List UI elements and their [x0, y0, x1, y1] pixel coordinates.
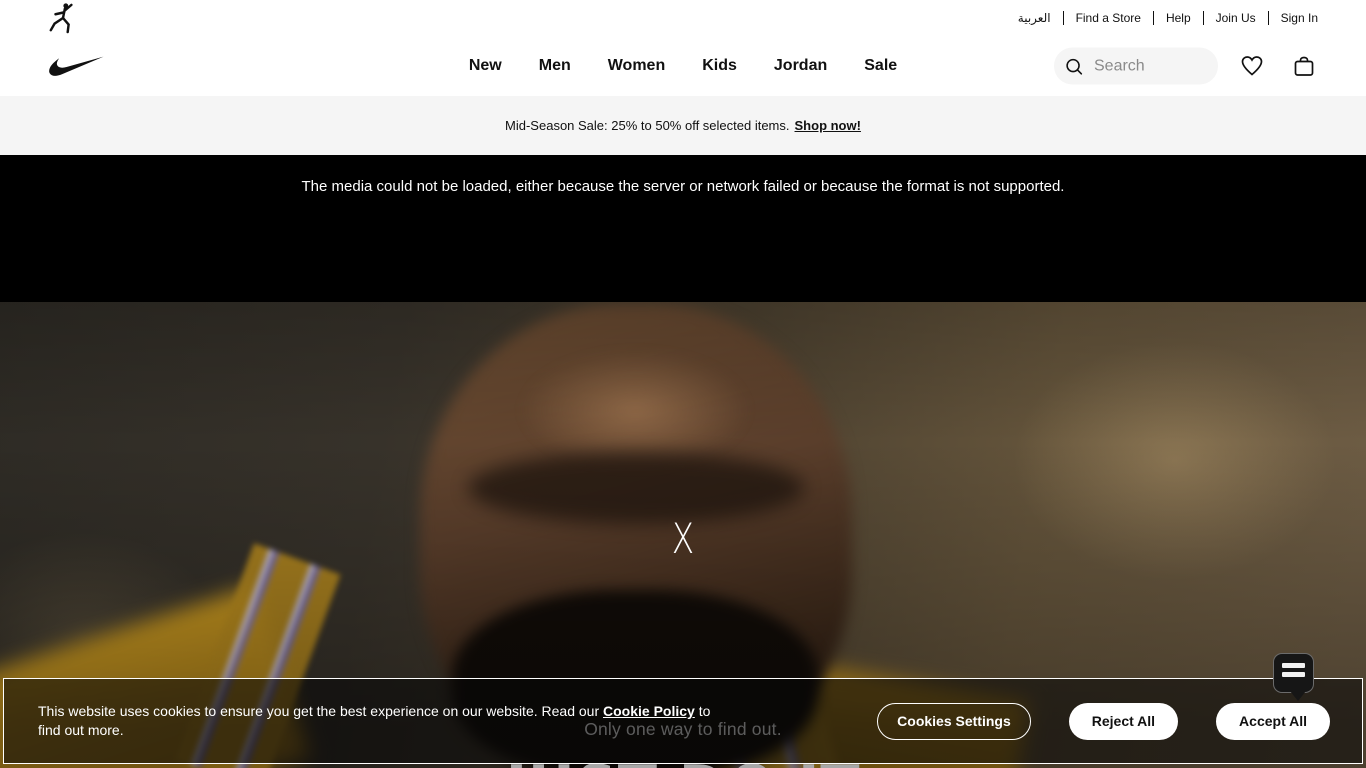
chat-widget-button[interactable]: [1273, 653, 1314, 701]
bag-icon: [1294, 56, 1314, 76]
reject-all-button[interactable]: Reject All: [1068, 702, 1179, 740]
promo-shop-now-link[interactable]: Shop now!: [795, 118, 861, 133]
chat-icon: [1282, 672, 1305, 677]
nike-swoosh-icon: [49, 56, 104, 76]
cookies-settings-button[interactable]: Cookies Settings: [877, 702, 1031, 740]
cookie-text-1: This website uses cookies to ensure you …: [38, 703, 603, 719]
media-error-message: The media could not be loaded, either be…: [301, 178, 1065, 195]
search-input[interactable]: [1094, 57, 1204, 75]
search-box[interactable]: [1054, 47, 1218, 85]
favorites-button[interactable]: [1234, 48, 1270, 84]
utility-link-sign-in[interactable]: Sign In: [1269, 11, 1318, 25]
cookie-message: This website uses cookies to ensure you …: [38, 702, 728, 740]
jordan-logo-link[interactable]: [48, 2, 78, 34]
cookie-actions: Cookies Settings Reject All Accept All: [877, 702, 1330, 740]
jordan-jumpman-icon: [49, 3, 73, 34]
chat-bubble-tail: [1290, 691, 1306, 701]
cookie-banner: This website uses cookies to ensure you …: [3, 678, 1363, 764]
primary-nav-links: New Men Women Kids Jordan Sale: [469, 57, 897, 75]
utility-links: العربية Find a Store Help Join Us Sign I…: [1006, 11, 1318, 25]
cookie-policy-link[interactable]: Cookie Policy: [603, 703, 695, 719]
main-nav: New Men Women Kids Jordan Sale: [0, 36, 1366, 96]
chat-icon: [1282, 663, 1305, 668]
search-icon: [1066, 58, 1083, 75]
nav-link-women[interactable]: Women: [608, 57, 665, 75]
utility-link-language[interactable]: العربية: [1006, 11, 1063, 25]
utility-link-join-us[interactable]: Join Us: [1204, 11, 1268, 25]
nav-link-men[interactable]: Men: [539, 57, 571, 75]
nike-homepage: العربية Find a Store Help Join Us Sign I…: [0, 0, 1366, 768]
video-error-region: The media could not be loaded, either be…: [0, 155, 1366, 302]
utility-bar: العربية Find a Store Help Join Us Sign I…: [0, 0, 1366, 36]
utility-link-help[interactable]: Help: [1154, 11, 1203, 25]
hero-photo-highlight: [520, 350, 750, 470]
nav-right-cluster: [1054, 47, 1322, 85]
close-icon[interactable]: X: [150, 514, 1215, 563]
utility-link-find-store[interactable]: Find a Store: [1064, 11, 1153, 25]
accept-all-button[interactable]: Accept All: [1216, 702, 1330, 740]
heart-icon: [1241, 55, 1263, 76]
nav-link-jordan[interactable]: Jordan: [774, 57, 827, 75]
nav-link-new[interactable]: New: [469, 57, 502, 75]
bag-button[interactable]: [1286, 48, 1322, 84]
promo-banner: Mid-Season Sale: 25% to 50% off selected…: [0, 96, 1366, 155]
nav-link-sale[interactable]: Sale: [864, 57, 897, 75]
promo-text: Mid-Season Sale: 25% to 50% off selected…: [505, 118, 790, 133]
nav-link-kids[interactable]: Kids: [702, 57, 737, 75]
